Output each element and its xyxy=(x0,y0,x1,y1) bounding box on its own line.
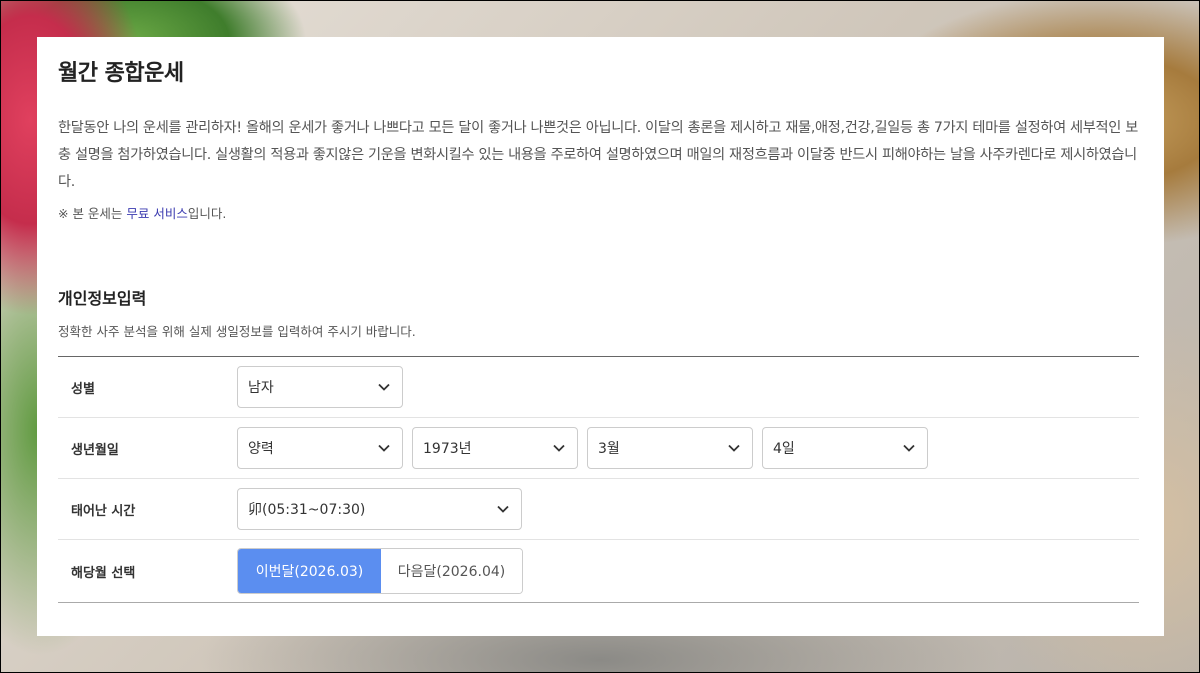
birth-month-value: 3월 xyxy=(598,441,620,457)
chevron-down-icon xyxy=(903,442,915,454)
birthdate-row: 생년월일 양력 1973년 3월 4일 xyxy=(58,418,1139,479)
gender-label: 성별 xyxy=(71,381,95,397)
chevron-down-icon xyxy=(728,442,740,454)
birth-year-value: 1973년 xyxy=(423,441,472,457)
gender-select[interactable]: 남자 xyxy=(237,366,403,408)
page-title: 월간 종합운세 xyxy=(58,61,184,86)
gender-value: 남자 xyxy=(248,380,274,396)
birth-month-select[interactable]: 3월 xyxy=(587,427,753,469)
month-select-row: 해당월 선택 이번달(2026.03) 다음달(2026.04) xyxy=(58,540,1139,602)
birth-time-row: 태어난 시간 卯(05:31~07:30) xyxy=(58,479,1139,540)
birth-time-value: 卯(05:31~07:30) xyxy=(248,502,366,518)
free-service-link[interactable]: 무료 서비스 xyxy=(126,206,187,221)
chevron-down-icon xyxy=(378,381,390,393)
calendar-type-value: 양력 xyxy=(248,441,274,457)
personal-info-form: 성별 남자 생년월일 양력 1973년 3월 4일 태어난 시간 卯(05:31… xyxy=(58,356,1139,603)
notice-prefix: ※ 본 운세는 xyxy=(58,206,127,221)
birth-time-select[interactable]: 卯(05:31~07:30) xyxy=(237,488,522,530)
month-select-label: 해당월 선택 xyxy=(71,565,136,581)
chevron-down-icon xyxy=(553,442,565,454)
birth-time-label: 태어난 시간 xyxy=(71,503,136,519)
intro-text: 한달동안 나의 운세를 관리하자! 올해의 운세가 좋거나 나쁘다고 모든 달이… xyxy=(58,120,1139,190)
birth-day-select[interactable]: 4일 xyxy=(762,427,928,469)
chevron-down-icon xyxy=(497,503,509,515)
next-month-button[interactable]: 다음달(2026.04) xyxy=(381,549,522,593)
gender-row: 성별 남자 xyxy=(58,357,1139,418)
free-service-notice: ※ 본 운세는 무료 서비스입니다. xyxy=(58,203,226,222)
section-title: 개인정보입력 xyxy=(58,289,147,308)
calendar-type-select[interactable]: 양력 xyxy=(237,427,403,469)
birthdate-label: 생년월일 xyxy=(71,442,119,458)
birth-year-select[interactable]: 1973년 xyxy=(412,427,578,469)
birth-day-value: 4일 xyxy=(773,441,795,457)
notice-suffix: 입니다. xyxy=(187,206,227,221)
section-description: 정확한 사주 분석을 위해 실제 생일정보를 입력하여 주시기 바랍니다. xyxy=(58,324,416,339)
current-month-button[interactable]: 이번달(2026.03) xyxy=(238,549,381,593)
content-card: 월간 종합운세 한달동안 나의 운세를 관리하자! 올해의 운세가 좋거나 나쁘… xyxy=(37,37,1164,636)
chevron-down-icon xyxy=(378,442,390,454)
month-toggle: 이번달(2026.03) 다음달(2026.04) xyxy=(237,548,523,594)
